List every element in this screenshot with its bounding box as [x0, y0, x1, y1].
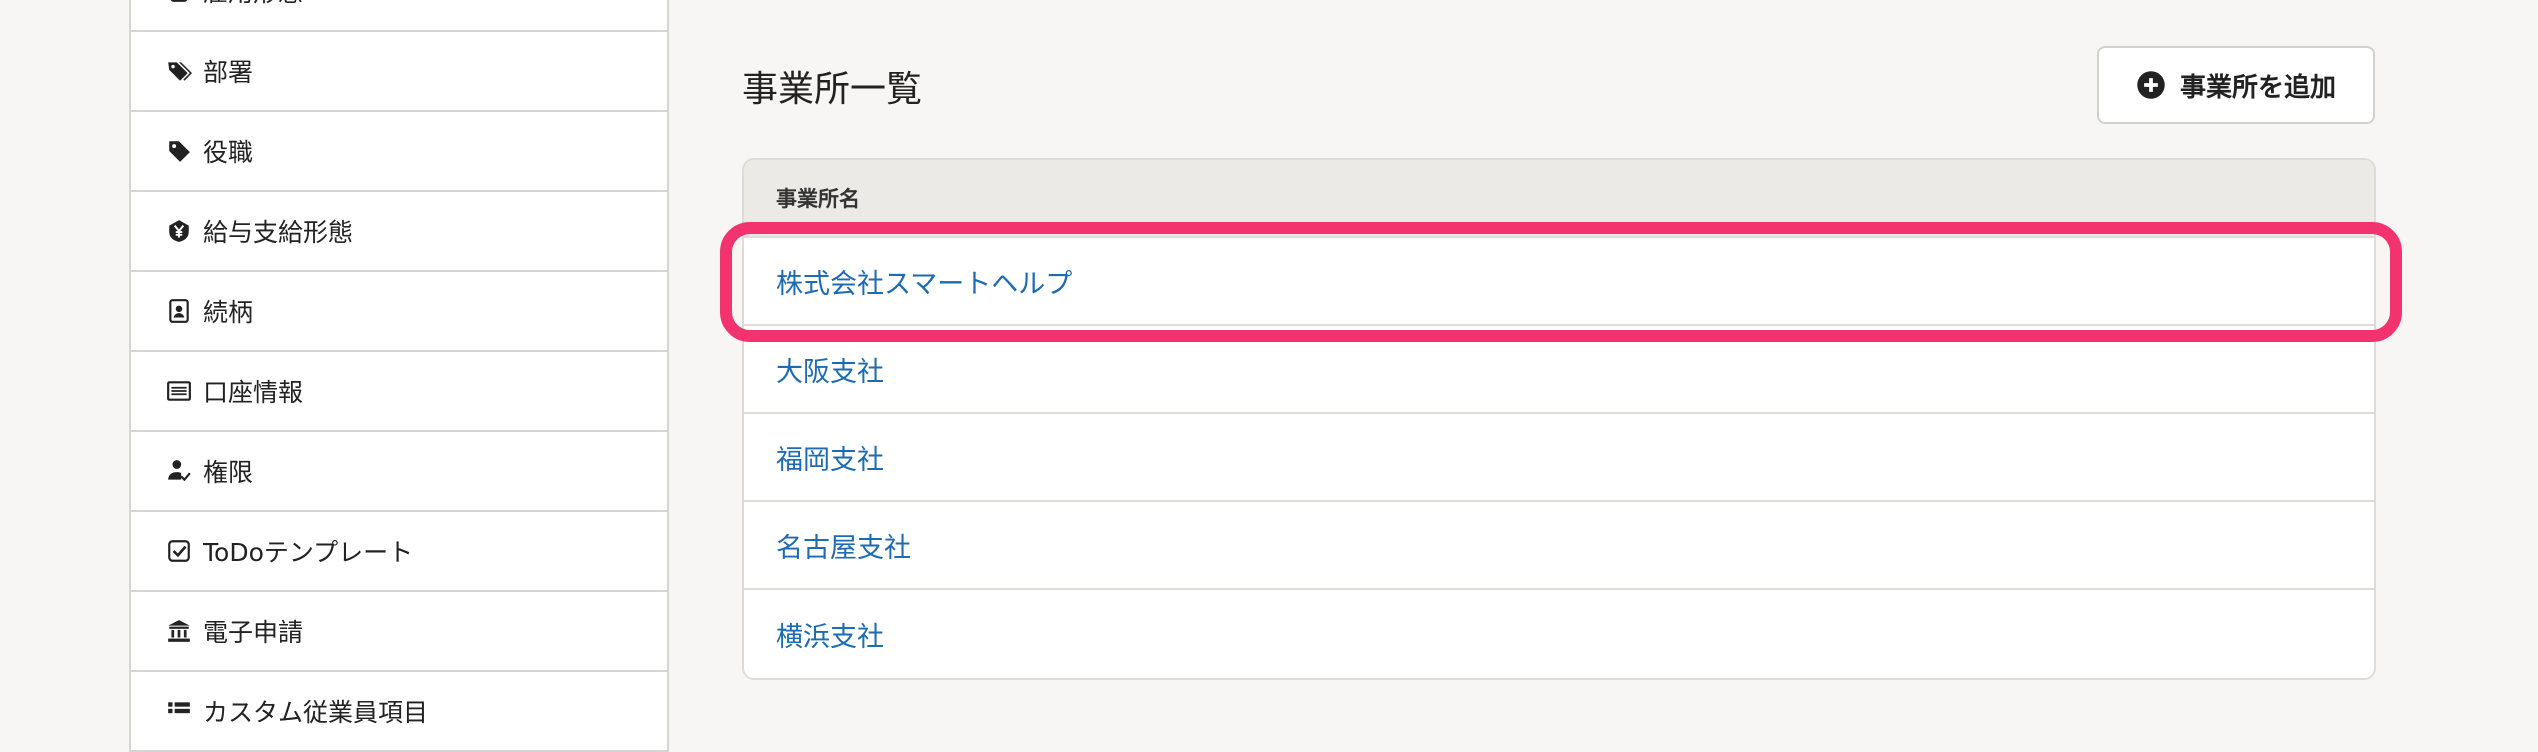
sidebar-item-label: 給与支給形態 [203, 218, 354, 247]
table-row: 名古屋支社 [744, 502, 2374, 590]
sidebar-item-label: ToDoテンプレート [203, 538, 414, 567]
sidebar-item-label: 権限 [203, 458, 254, 487]
user-check-icon [165, 457, 193, 485]
plus-circle-icon [2136, 70, 2166, 100]
add-office-button[interactable]: 事業所を追加 [2097, 46, 2375, 124]
office-table: 事業所名 株式会社スマートヘルプ 大阪支社 福岡支社 名古屋支社 横浜支社 [742, 158, 2376, 680]
sidebar-item-employment-type[interactable]: 雇用形態 [131, 0, 667, 32]
office-link[interactable]: 横浜支社 [776, 615, 884, 654]
clipboard-icon [165, 0, 193, 5]
sidebar-item-e-application[interactable]: 電子申請 [131, 592, 667, 672]
sidebar-item-permissions[interactable]: 権限 [131, 432, 667, 512]
sidebar-item-label: 口座情報 [203, 378, 304, 407]
table-row: 横浜支社 [744, 590, 2374, 678]
sidebar-item-custom-employee-fields[interactable]: カスタム従業員項目 [131, 672, 667, 752]
office-link[interactable]: 名古屋支社 [776, 526, 911, 565]
office-link[interactable]: 株式会社スマートヘルプ [776, 262, 1072, 301]
sidebar-item-label: 続柄 [203, 298, 254, 327]
settings-sidebar: 雇用形態 部署 役職 給与支給形態 続柄 口座情報 権限 [129, 0, 669, 752]
page-title: 事業所一覧 [742, 69, 923, 110]
sidebar-item-positions[interactable]: 役職 [131, 112, 667, 192]
office-link[interactable]: 大阪支社 [776, 350, 884, 389]
office-link[interactable]: 福岡支社 [776, 438, 884, 477]
sidebar-item-relationship[interactable]: 続柄 [131, 272, 667, 352]
table-row: 株式会社スマートヘルプ [744, 238, 2374, 326]
table-row: 大阪支社 [744, 326, 2374, 414]
sidebar-item-label: 部署 [203, 58, 254, 87]
sidebar-item-bank-account[interactable]: 口座情報 [131, 352, 667, 432]
government-building-icon [165, 617, 193, 645]
sidebar-item-label: 電子申請 [203, 618, 304, 647]
yen-badge-icon [165, 217, 193, 245]
sidebar-item-todo-templates[interactable]: ToDoテンプレート [131, 512, 667, 592]
sidebar-item-pay-type[interactable]: 給与支給形態 [131, 192, 667, 272]
sidebar-item-departments[interactable]: 部署 [131, 32, 667, 112]
tags-icon [165, 57, 193, 85]
checkbox-icon [165, 537, 193, 565]
contact-card-icon [165, 297, 193, 325]
add-office-button-label: 事業所を追加 [2179, 72, 2336, 103]
table-row: 福岡支社 [744, 414, 2374, 502]
list-icon [165, 697, 193, 725]
sidebar-item-label: 雇用形態 [203, 0, 303, 9]
sidebar-item-label: カスタム従業員項目 [203, 698, 429, 727]
tag-icon [165, 137, 193, 165]
column-header-office-name: 事業所名 [776, 187, 860, 211]
bank-card-list-icon [165, 377, 193, 405]
sidebar-item-label: 役職 [203, 138, 254, 167]
table-header: 事業所名 [744, 160, 2374, 238]
